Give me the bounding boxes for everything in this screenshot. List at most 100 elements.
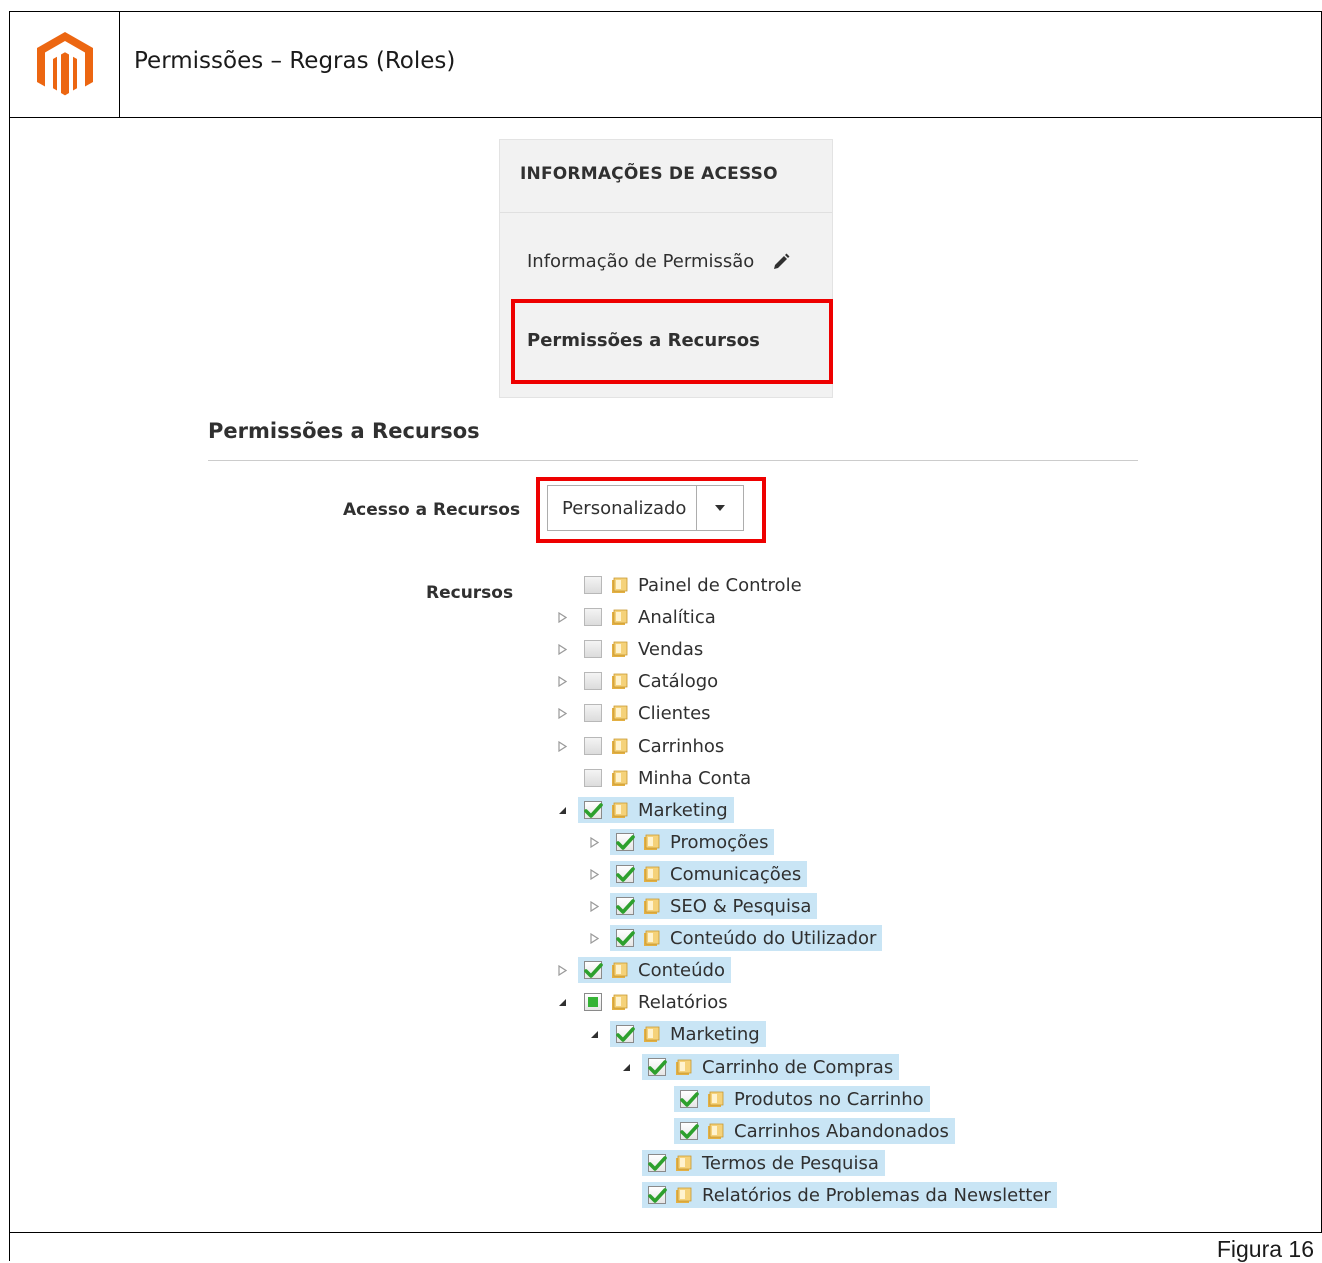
tree-node[interactable]: Relatórios de Problemas da Newsletter xyxy=(642,1182,1057,1208)
folder-icon xyxy=(708,1123,724,1139)
tree-node[interactable]: Clientes xyxy=(557,700,717,726)
highlight-box-select xyxy=(536,477,766,543)
tree-node[interactable]: Carrinho de Compras xyxy=(622,1054,900,1080)
tree-collapsed-icon[interactable] xyxy=(556,675,568,687)
section-title: Permissões a Recursos xyxy=(208,419,480,443)
tree-node-body[interactable]: Relatórios xyxy=(578,989,734,1015)
tree-collapsed-icon[interactable] xyxy=(556,643,568,655)
tree-node-body[interactable]: Minha Conta xyxy=(578,765,757,791)
folder-icon xyxy=(676,1187,692,1203)
tree-node[interactable]: Marketing xyxy=(558,797,734,823)
tree-collapsed-icon[interactable] xyxy=(556,740,568,752)
tree-node[interactable]: Promoções xyxy=(589,829,775,855)
tree-expanded-icon[interactable] xyxy=(556,996,568,1008)
tree-node-checkbox[interactable] xyxy=(584,769,602,787)
tree-node-body[interactable]: Marketing xyxy=(610,1021,766,1047)
tree-expanded-icon[interactable] xyxy=(556,804,568,816)
tree-node-label: Painel de Controle xyxy=(638,574,802,596)
tree-node-body[interactable]: Termos de Pesquisa xyxy=(642,1150,885,1176)
tree-node-body[interactable]: Produtos no Carrinho xyxy=(674,1086,930,1112)
tree-node-checkbox[interactable] xyxy=(584,704,602,722)
tree-node[interactable]: Comunicações xyxy=(589,861,808,887)
tree-node[interactable]: Vendas xyxy=(557,636,709,662)
tree-node-label: Minha Conta xyxy=(638,767,752,789)
document-header: Permissões – Regras (Roles) xyxy=(10,12,1321,118)
tree-node-checkbox[interactable] xyxy=(648,1154,667,1172)
tree-node-body[interactable]: Conteúdo do Utilizador xyxy=(610,925,883,951)
tree-node-body[interactable]: Carrinhos xyxy=(578,733,730,759)
tree-node-label: Vendas xyxy=(638,638,704,660)
tree-node-label: Carrinhos xyxy=(638,735,725,757)
resources-label: Recursos xyxy=(426,583,514,603)
tree-collapsed-icon[interactable] xyxy=(588,900,600,912)
tree-node[interactable]: Conteúdo xyxy=(557,957,731,983)
tree-node-checkbox[interactable] xyxy=(584,576,602,594)
tree-node-checkbox[interactable] xyxy=(616,897,635,915)
tree-node-checkbox[interactable] xyxy=(616,865,635,883)
tree-node[interactable]: Marketing xyxy=(590,1021,766,1047)
tree-node-checkbox[interactable] xyxy=(648,1058,667,1076)
tree-collapsed-icon[interactable] xyxy=(556,611,568,623)
tree-node[interactable]: Relatórios xyxy=(558,989,734,1015)
tree-node-label: Termos de Pesquisa xyxy=(702,1152,879,1174)
tree-collapsed-icon[interactable] xyxy=(556,707,568,719)
tree-node-body[interactable]: Catálogo xyxy=(578,668,724,694)
tree-node[interactable]: Analítica xyxy=(557,604,722,630)
tree-node-checkbox[interactable] xyxy=(584,801,603,819)
tab-permission-info[interactable]: Informação de Permissão xyxy=(527,251,790,272)
tree-expanded-icon[interactable] xyxy=(620,1061,632,1073)
tree-node-checkbox[interactable] xyxy=(616,929,635,947)
tree-node[interactable]: Catálogo xyxy=(557,668,724,694)
tree-node[interactable]: Minha Conta xyxy=(578,765,757,791)
tree-collapsed-icon[interactable] xyxy=(556,964,568,976)
tree-node-checkbox[interactable] xyxy=(584,672,602,690)
tree-node-body[interactable]: Painel de Controle xyxy=(578,572,808,598)
tree-node-label: Clientes xyxy=(638,702,711,724)
tree-expanded-icon[interactable] xyxy=(588,1028,600,1040)
tree-node-body[interactable]: Analítica xyxy=(578,604,722,630)
folder-icon xyxy=(676,1059,692,1075)
tree-node-body[interactable]: Carrinhos Abandonados xyxy=(674,1118,955,1144)
tree-node-checkbox[interactable] xyxy=(680,1090,699,1108)
tree-node-body[interactable]: Promoções xyxy=(610,829,775,855)
tree-node-body[interactable]: Carrinho de Compras xyxy=(642,1054,900,1080)
document-title: Permissões – Regras (Roles) xyxy=(134,48,456,74)
tree-node-body[interactable]: SEO & Pesquisa xyxy=(610,893,818,919)
tree-node[interactable]: Conteúdo do Utilizador xyxy=(589,925,883,951)
tree-collapsed-icon[interactable] xyxy=(588,868,600,880)
tree-collapsed-icon[interactable] xyxy=(588,836,600,848)
folder-icon xyxy=(644,834,660,850)
tree-node-checkbox[interactable] xyxy=(584,993,602,1011)
tree-node-checkbox[interactable] xyxy=(616,1025,635,1043)
tree-node-body[interactable]: Clientes xyxy=(578,700,717,726)
tree-node[interactable]: Carrinhos Abandonados xyxy=(674,1118,955,1144)
checkmark-icon xyxy=(584,803,603,818)
tree-node[interactable]: Painel de Controle xyxy=(578,572,808,598)
pencil-icon xyxy=(774,253,790,269)
tree-node-body[interactable]: Conteúdo xyxy=(578,957,731,983)
tree-node-checkbox[interactable] xyxy=(584,640,602,658)
tree-node-checkbox[interactable] xyxy=(616,833,635,851)
checkmark-icon xyxy=(680,1092,699,1107)
tree-node-checkbox[interactable] xyxy=(584,608,602,626)
checkmark-icon xyxy=(616,1027,635,1042)
tree-node-body[interactable]: Vendas xyxy=(578,636,709,662)
tree-collapsed-icon[interactable] xyxy=(588,932,600,944)
tree-node-label: Carrinho de Compras xyxy=(702,1056,894,1078)
tree-node[interactable]: Termos de Pesquisa xyxy=(642,1150,885,1176)
folder-icon xyxy=(612,770,628,786)
tree-node-body[interactable]: Marketing xyxy=(578,797,734,823)
tree-node-body[interactable]: Comunicações xyxy=(610,861,808,887)
tree-node-checkbox[interactable] xyxy=(584,961,603,979)
tree-node-checkbox[interactable] xyxy=(584,737,602,755)
tree-node-body[interactable]: Relatórios de Problemas da Newsletter xyxy=(642,1182,1057,1208)
tree-node[interactable]: Produtos no Carrinho xyxy=(674,1086,930,1112)
tree-node[interactable]: SEO & Pesquisa xyxy=(589,893,818,919)
checkmark-icon xyxy=(584,963,603,978)
tree-node-label: SEO & Pesquisa xyxy=(670,895,812,917)
tree-node-checkbox[interactable] xyxy=(680,1122,699,1140)
tree-node-checkbox[interactable] xyxy=(648,1186,667,1204)
folder-icon xyxy=(612,673,628,689)
tree-node[interactable]: Carrinhos xyxy=(557,733,730,759)
folder-icon xyxy=(612,962,628,978)
